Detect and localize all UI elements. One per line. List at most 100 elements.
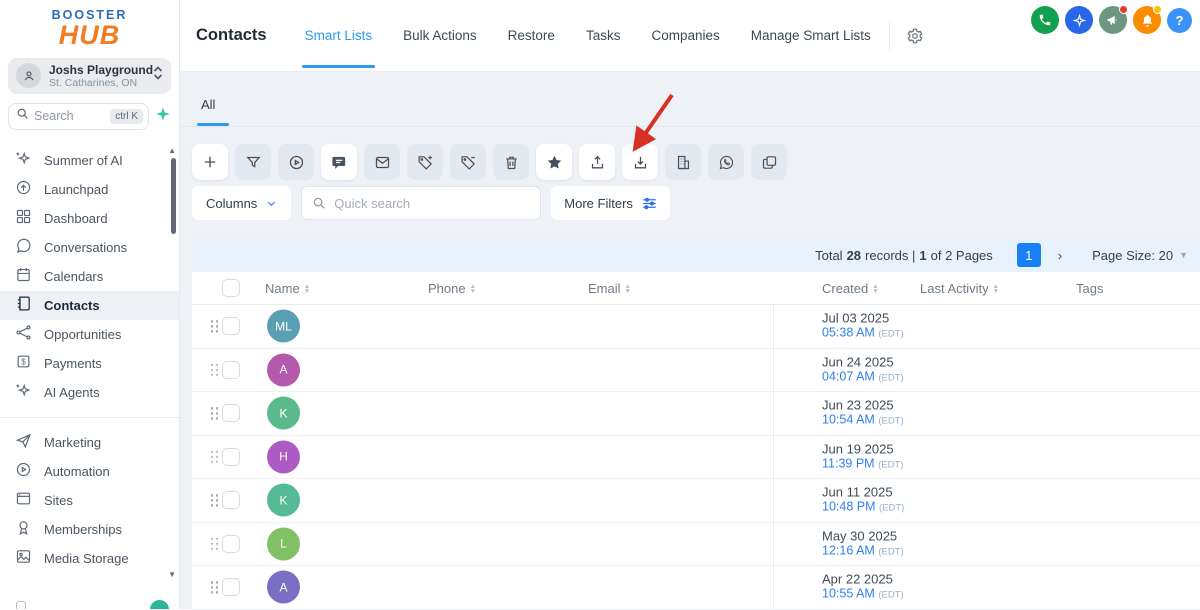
send-email-icon[interactable] (364, 144, 400, 180)
table-row[interactable]: K Jun 23 2025 10:54 AM (EDT) (192, 392, 1200, 436)
sort-icon[interactable]: ▲ ▼ (872, 283, 878, 295)
sidebar-item-sites[interactable]: Sites (0, 486, 179, 515)
sidebar-item-automation[interactable]: Automation (0, 457, 179, 486)
opportunities-network-icon (15, 324, 32, 344)
sidebar-item-calendars[interactable]: Calendars (0, 262, 179, 291)
ai-compass-icon[interactable] (1065, 6, 1093, 34)
sidebar-scrollbar[interactable] (171, 158, 176, 234)
select-all-checkbox[interactable] (222, 279, 240, 297)
tab-companies[interactable]: Companies (651, 0, 719, 71)
delete-icon[interactable] (493, 144, 529, 180)
table-row[interactable]: A Jun 24 2025 04:07 AM (EDT) (192, 348, 1200, 392)
drag-handle-icon[interactable] (211, 494, 219, 507)
next-page-icon[interactable]: › (1058, 248, 1062, 263)
avatar[interactable]: K (267, 396, 300, 430)
drag-handle-icon[interactable] (211, 537, 219, 550)
tab-tasks[interactable]: Tasks (586, 0, 621, 71)
sidebar-scroll-up-icon[interactable]: ▲ (168, 146, 176, 155)
gear-icon[interactable] (906, 27, 924, 45)
export-icon[interactable] (579, 144, 615, 180)
phone-icon[interactable] (1031, 6, 1059, 34)
table-row[interactable]: L May 30 2025 12:16 AM (EDT) (192, 522, 1200, 566)
tab-smart-lists[interactable]: Smart Lists (301, 0, 375, 71)
sidebar-item-summer-of-ai[interactable]: Summer of AI (0, 146, 179, 175)
add-tag-icon[interactable] (407, 144, 443, 180)
add-to-company-icon[interactable] (665, 144, 701, 180)
sidebar-divider (0, 416, 179, 418)
row-checkbox[interactable] (222, 360, 240, 379)
sort-icon[interactable]: ▲ ▼ (470, 283, 476, 295)
drag-handle-icon[interactable] (211, 320, 219, 333)
sidebar-item-dashboard[interactable]: Dashboard (0, 204, 179, 233)
row-checkbox[interactable] (222, 491, 240, 510)
sort-icon[interactable]: ▲ ▼ (304, 283, 310, 295)
avatar[interactable]: ML (267, 309, 300, 343)
sidebar-item-payments[interactable]: $ Payments (0, 349, 179, 378)
tab-manage-smart-lists[interactable]: Manage Smart Lists (751, 0, 871, 71)
chat-bubble-icon (15, 237, 32, 257)
account-switcher[interactable]: Joshs Playground St. Catharines, ON (8, 57, 171, 94)
table-row[interactable]: H Jun 19 2025 11:39 PM (EDT) (192, 435, 1200, 479)
table-row[interactable]: ML Jul 03 2025 05:38 AM (EDT) (192, 305, 1200, 349)
user-badge-icon (16, 63, 41, 88)
row-checkbox[interactable] (222, 534, 240, 553)
sidebar-item-media-storage[interactable]: Media Storage (0, 544, 179, 573)
tab-bulk-actions[interactable]: Bulk Actions (403, 0, 477, 71)
page-size-selector[interactable]: Page Size: 20 ▼ (1092, 248, 1188, 263)
drag-handle-icon[interactable] (211, 450, 219, 463)
sidebar-item-opportunities[interactable]: Opportunities (0, 320, 179, 349)
topbar-divider (888, 21, 890, 50)
merge-icon[interactable] (751, 144, 787, 180)
chevron-down-icon (268, 201, 276, 206)
avatar[interactable]: A (267, 570, 300, 604)
send-sms-icon[interactable] (321, 144, 357, 180)
drag-handle-icon[interactable] (211, 581, 219, 594)
help-icon[interactable]: ? (1167, 7, 1192, 33)
column-header-created[interactable]: Created ▲ ▼ (822, 272, 879, 305)
sort-icon[interactable]: ▲ ▼ (993, 283, 999, 295)
drag-handle-icon[interactable] (211, 363, 219, 376)
table-row[interactable]: K Jun 11 2025 10:48 PM (EDT) (192, 479, 1200, 523)
sort-icon[interactable]: ▲ ▼ (625, 283, 631, 295)
more-filters-button[interactable]: More Filters (551, 186, 670, 220)
quick-search-input[interactable] (334, 195, 531, 211)
column-header-last-activity[interactable]: Last Activity ▲ ▼ (920, 272, 999, 305)
avatar[interactable]: L (267, 527, 300, 561)
columns-button[interactable]: Columns (192, 186, 292, 220)
sidebar-scroll-down-icon[interactable]: ▼ (168, 570, 176, 579)
row-checkbox[interactable] (222, 578, 240, 597)
sidebar-item-marketing[interactable]: Marketing (0, 428, 179, 457)
row-checkbox[interactable] (222, 447, 240, 466)
row-checkbox[interactable] (222, 404, 240, 423)
view-tab-all[interactable]: All (201, 97, 215, 112)
page-number-button[interactable]: 1 (1016, 243, 1041, 267)
row-checkbox[interactable] (222, 317, 240, 336)
sidebar-item-conversations[interactable]: Conversations (0, 233, 179, 262)
avatar[interactable]: A (267, 353, 300, 387)
tab-restore[interactable]: Restore (508, 0, 555, 71)
start-automation-icon[interactable] (278, 144, 314, 180)
column-header-phone[interactable]: Phone ▲ ▼ (428, 272, 476, 305)
notifications-bell-icon[interactable] (1133, 5, 1162, 34)
sidebar-search-input[interactable]: Search ctrl K (8, 102, 149, 130)
avatar[interactable]: K (267, 483, 300, 517)
ai-sparkle-icon[interactable] (155, 106, 171, 127)
created-cell: Jun 11 2025 10:48 PM (EDT) (822, 485, 904, 516)
drag-handle-icon[interactable] (211, 407, 219, 420)
announcement-megaphone-icon[interactable] (1099, 5, 1128, 34)
import-icon[interactable] (622, 144, 658, 180)
sidebar-item-launchpad[interactable]: Launchpad (0, 175, 179, 204)
column-header-email[interactable]: Email ▲ ▼ (588, 272, 631, 305)
avatar[interactable]: H (267, 440, 300, 474)
table-row[interactable]: A Apr 22 2025 10:55 AM (EDT) (192, 566, 1200, 610)
sidebar-item-contacts[interactable]: Contacts (0, 290, 179, 320)
column-header-name[interactable]: Name ▲ ▼ (265, 272, 310, 305)
add-contact-icon[interactable] (192, 144, 228, 180)
sidebar: BOOSTER HUB Joshs Playground St. Cathari… (0, 0, 180, 609)
sidebar-item-memberships[interactable]: Memberships (0, 515, 179, 544)
sidebar-item-ai-agents[interactable]: AI Agents (0, 378, 179, 407)
filter-funnel-icon[interactable] (235, 144, 271, 180)
favorite-star-icon[interactable] (536, 144, 572, 180)
remove-tag-icon[interactable] (450, 144, 486, 180)
whatsapp-icon[interactable] (708, 144, 744, 180)
